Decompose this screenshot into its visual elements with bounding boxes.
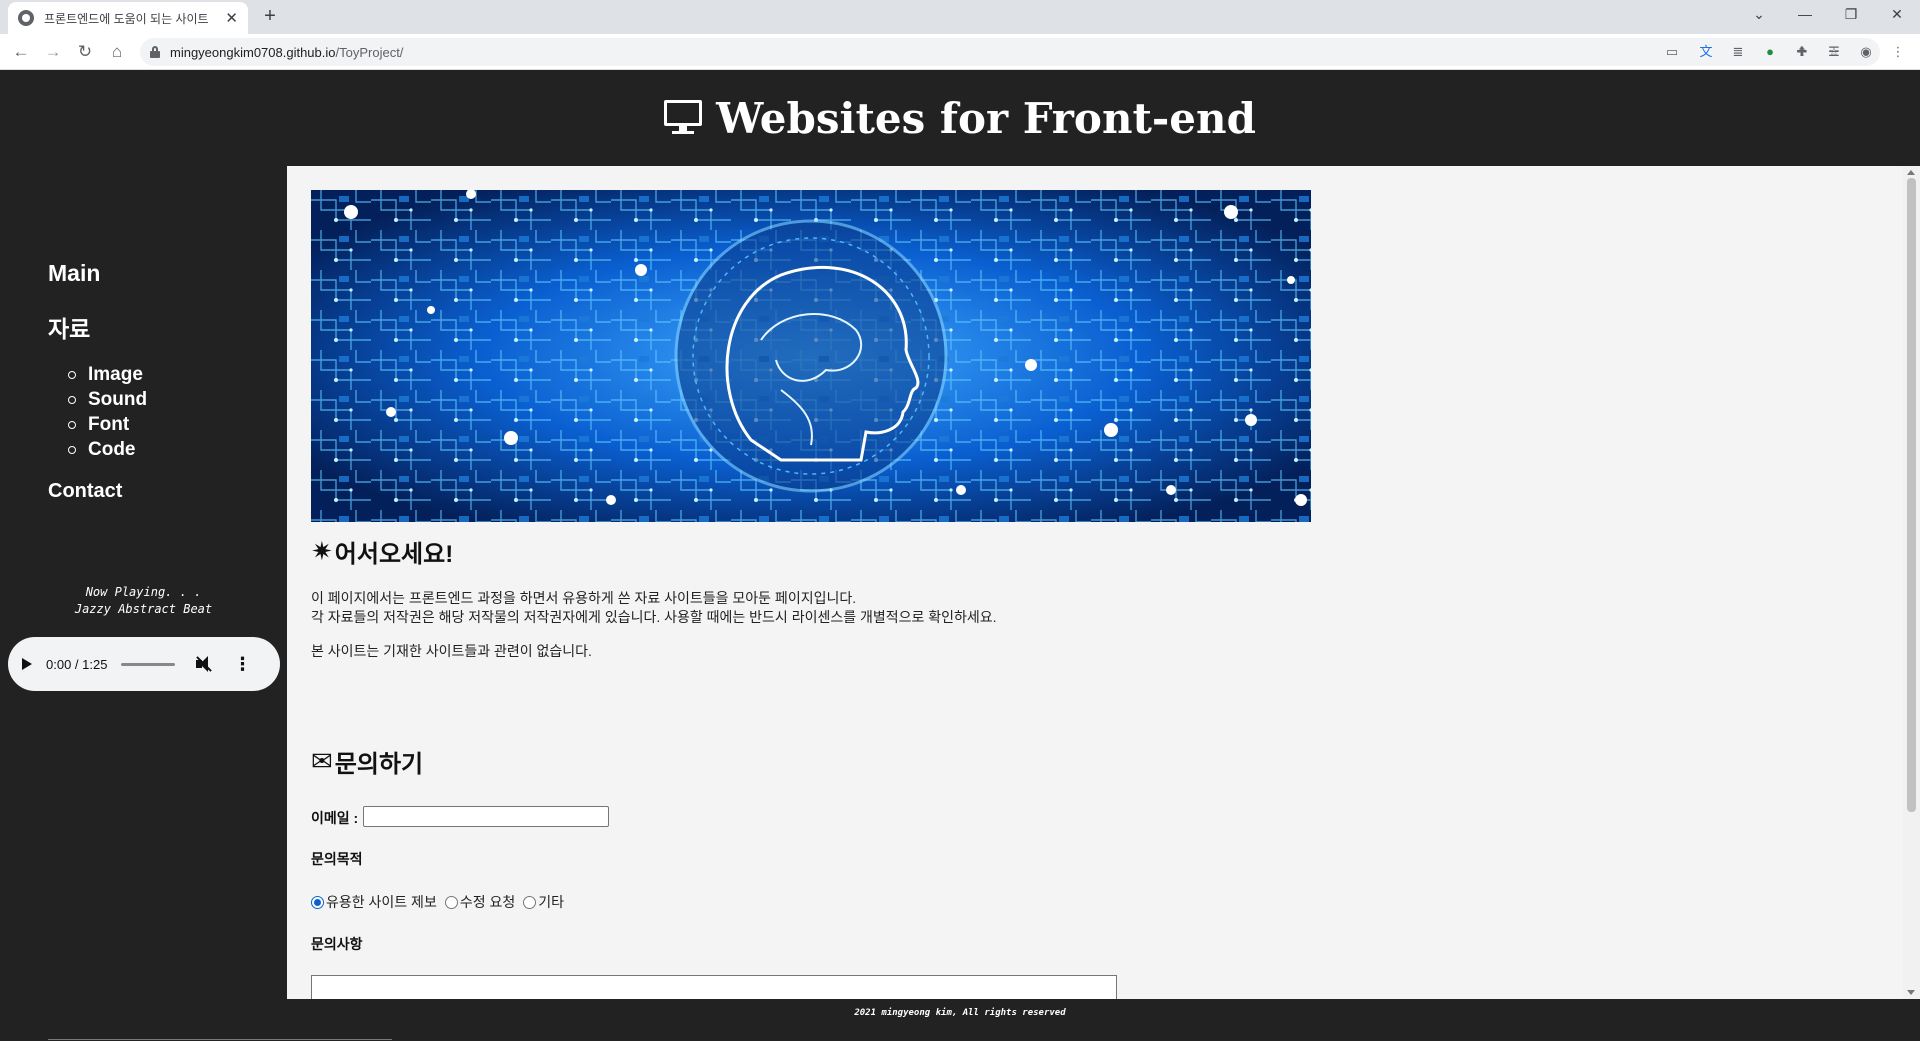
welcome-heading-text: 어서오세요! [334, 541, 454, 568]
address-bar[interactable]: mingyeongkim0708.github.io/ToyProject/ ⇪… [140, 38, 1880, 66]
details-textarea[interactable] [311, 975, 1117, 999]
menu-icon[interactable]: ⋮ [1888, 42, 1908, 62]
email-label: 이메일 : [311, 810, 359, 826]
nav-contact[interactable]: Contact [48, 480, 122, 503]
nav-font-label: Font [88, 413, 130, 435]
web-page: Websites for Front-end Main 자료 Image Sou… [0, 70, 1920, 1041]
forward-icon[interactable]: → [40, 39, 66, 65]
purpose-radio-useful-site-label: 유용한 사이트 제보 [326, 894, 437, 910]
purpose-label: 문의목적 [311, 851, 363, 867]
new-tab-button[interactable]: + [258, 4, 282, 28]
player-time: 0:00 / 1:25 [46, 656, 108, 672]
cast-icon[interactable]: ▭ [1662, 42, 1682, 62]
details-label: 문의사항 [311, 936, 363, 952]
nav-code[interactable]: Code [68, 437, 147, 462]
back-icon[interactable]: ← [8, 39, 34, 65]
nav-sound[interactable]: Sound [68, 387, 147, 412]
nav-code-label: Code [88, 438, 136, 460]
sparkle-icon: ✷ [311, 536, 333, 566]
now-playing-track: Jazzy Abstract Beat [74, 602, 213, 616]
tab-title: 프론트엔드에 도움이 되는 사이트 [44, 11, 209, 26]
bullet [68, 420, 76, 429]
home-icon[interactable]: ⌂ [104, 39, 130, 65]
browser-tab-bar: 프론트엔드에 도움이 되는 사이트 ✕ + ⌄ — ❐ ✕ [0, 0, 1920, 34]
tab-close-icon[interactable]: ✕ [225, 11, 238, 26]
resources-submenu: Image Sound Font Code [68, 362, 147, 462]
profile-icon[interactable]: ◉ [1856, 42, 1876, 62]
nav-image[interactable]: Image [68, 362, 147, 387]
scroll-down-icon[interactable] [1907, 990, 1915, 995]
inquiry-heading: ✉ 문의하기 [311, 744, 423, 779]
minimize-icon[interactable]: — [1782, 0, 1828, 30]
purpose-radio-other-label: 기타 [538, 894, 565, 910]
scroll-thumb[interactable] [1907, 178, 1916, 812]
intro-line-1: 이 페이지에서는 프론트엔드 과정을 하면서 유용하게 쓴 자료 사이트들을 모… [311, 590, 857, 606]
more-options-icon[interactable]: ⋮ [233, 655, 251, 673]
disclaimer-text: 본 사이트는 기재한 사이트들과 관련이 없습니다. [311, 643, 592, 659]
footer-divider [48, 1039, 392, 1040]
extensions-icon[interactable]: ✚ [1792, 42, 1812, 62]
muted-speaker-icon[interactable] [195, 655, 213, 673]
purpose-radio-edit-request-label: 수정 요청 [459, 894, 516, 910]
main-content: ✷ 어서오세요! 이 페이지에서는 프론트엔드 과정을 하면서 유용하게 쓴 자… [287, 166, 1920, 999]
email-field[interactable] [363, 806, 609, 827]
now-playing-label: Now Playing. . . [85, 585, 202, 599]
nav-main[interactable]: Main [48, 260, 100, 287]
envelope-icon: ✉ [311, 746, 333, 776]
intro-line-2: 각 자료들의 저작권은 해당 저작물의 저작권자에게 있습니다. 사용할 때에는… [311, 609, 997, 625]
welcome-heading: ✷ 어서오세요! [311, 534, 453, 569]
browser-toolbar: ← → ↻ ⌂ mingyeongkim0708.github.io/ToyPr… [0, 34, 1920, 70]
nav-sound-label: Sound [88, 388, 148, 410]
bullet [68, 445, 76, 454]
nav-resources[interactable]: 자료 [48, 310, 90, 344]
url-host: mingyeongkim0708.github.io [170, 44, 336, 60]
browser-tab[interactable]: 프론트엔드에 도움이 되는 사이트 ✕ [8, 2, 248, 34]
play-icon[interactable] [22, 658, 32, 670]
circuit-brain-illustration [311, 190, 1311, 522]
extension-list-icon[interactable]: ≣ [1728, 42, 1748, 62]
site-header: Websites for Front-end [0, 70, 1920, 166]
nav-font[interactable]: Font [68, 412, 147, 437]
lock-icon [150, 46, 160, 58]
reload-icon[interactable]: ↻ [72, 39, 98, 65]
player-progress-slider[interactable] [121, 662, 176, 666]
bullet [68, 395, 76, 404]
monitor-icon [664, 100, 703, 136]
page-scrollbar[interactable] [1903, 166, 1920, 999]
footer-copyright: 2021 mingyeong kim, All rights reserved [854, 1008, 1066, 1018]
inquiry-heading-text: 문의하기 [334, 751, 424, 778]
url-path: /ToyProject/ [335, 44, 404, 60]
extension-green-icon[interactable]: ● [1760, 42, 1780, 62]
window-close-icon[interactable]: ✕ [1874, 0, 1920, 30]
audio-player: 0:00 / 1:25 ⋮ [8, 637, 280, 691]
purpose-radio-useful-site[interactable] [311, 895, 324, 909]
sidebar: Main 자료 Image Sound Font Code Contact No… [0, 166, 287, 999]
site-title: Websites for Front-end [716, 93, 1256, 143]
purpose-radio-other[interactable] [523, 895, 537, 909]
purpose-radio-group: 유용한 사이트 제보 수정 요청 기타 [311, 892, 572, 912]
bullet [68, 370, 76, 379]
hero-image [311, 190, 1311, 522]
site-footer: 2021 mingyeong kim, All rights reserved [0, 999, 1920, 1041]
nav-image-label: Image [88, 363, 143, 385]
purpose-radio-edit-request[interactable] [444, 895, 458, 909]
restore-icon[interactable]: ❐ [1828, 0, 1874, 30]
globe-favicon-icon [18, 10, 34, 26]
tab-search-icon[interactable]: ⌄ [1736, 0, 1782, 30]
reading-list-icon[interactable]: ☰ [1824, 42, 1844, 62]
translate-icon[interactable]: 文 [1696, 42, 1716, 62]
scroll-up-icon[interactable] [1907, 170, 1915, 175]
